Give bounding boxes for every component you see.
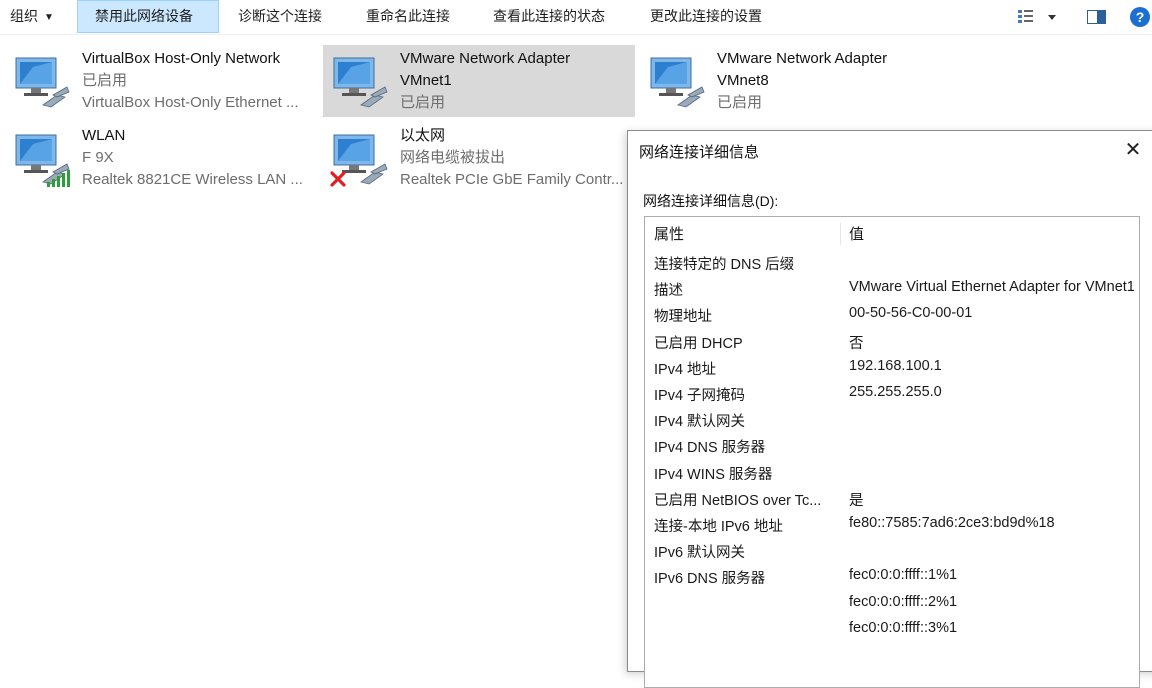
property-cell: IPv4 DNS 服务器 bbox=[654, 440, 766, 457]
adapter-item[interactable]: VirtualBox Host-Only Network 已启用 VirtualBo… bbox=[5, 45, 317, 117]
svg-text:?: ? bbox=[1136, 9, 1145, 25]
dialog-title: 网络连接详细信息 bbox=[639, 144, 760, 161]
preview-pane-button[interactable] bbox=[1086, 7, 1108, 27]
value-cell: 255.255.255.0 bbox=[849, 384, 942, 400]
close-icon: ✕ bbox=[1124, 139, 1142, 161]
value-cell: 00-50-56-C0-00-01 bbox=[849, 305, 973, 322]
adapter-item[interactable]: VMware Network Adapter VMnet8 已启用 bbox=[640, 45, 952, 117]
adapter-name: VMware Network Adapter bbox=[717, 50, 888, 67]
network-adapter-icon bbox=[648, 55, 706, 111]
property-cell: 物理地址 bbox=[654, 309, 712, 326]
table-row[interactable]: fec0:0:0:ffff::2%1 bbox=[645, 591, 1139, 617]
adapter-item[interactable]: VMware Network Adapter VMnet1 已启用 bbox=[323, 45, 635, 117]
list-header: 属性 值 bbox=[645, 217, 1139, 247]
adapter-device: Realtek PCIe GbE Family Contr... bbox=[400, 171, 624, 188]
wifi-signal-icon bbox=[47, 170, 70, 187]
adapter-item[interactable]: WLAN F 9X Realtek 8821CE Wireless LAN ... bbox=[5, 122, 317, 194]
adapter-device: 已启用 bbox=[400, 94, 446, 111]
network-connection-details-dialog: 网络连接详细信息 ✕ 网络连接详细信息(D): 属性 值 连接特定的 DNS 后… bbox=[627, 130, 1152, 688]
adapter-name: VMware Network Adapter bbox=[400, 50, 571, 67]
table-row[interactable]: 已启用 DHCP 否 bbox=[645, 329, 1139, 355]
table-row[interactable]: IPv4 子网掩码 255.255.255.0 bbox=[645, 381, 1139, 407]
preview-pane-icon bbox=[1087, 10, 1106, 24]
property-cell: 已启用 DHCP bbox=[654, 335, 743, 352]
disable-device-button[interactable]: 禁用此网络设备 bbox=[77, 0, 219, 33]
adapter-name: WLAN bbox=[82, 127, 126, 144]
help-button[interactable]: ? bbox=[1129, 7, 1151, 27]
details-label: 网络连接详细信息(D): bbox=[643, 193, 779, 209]
adapter-status: 已启用 bbox=[82, 72, 128, 89]
value-cell: fec0:0:0:ffff::2%1 bbox=[849, 593, 958, 610]
diagnose-button[interactable]: 诊断这个连接 bbox=[228, 0, 332, 33]
column-header-value[interactable]: 值 bbox=[849, 223, 864, 244]
adapter-device: VirtualBox Host-Only Ethernet ... bbox=[82, 94, 299, 111]
value-cell: fec0:0:0:ffff::1%1 bbox=[849, 567, 958, 584]
column-header-property[interactable]: 属性 bbox=[654, 223, 684, 244]
organize-label: 组织 bbox=[10, 8, 38, 24]
column-divider[interactable] bbox=[840, 223, 841, 245]
view-list-icon bbox=[1018, 10, 1056, 23]
adapter-item[interactable]: 以太网网络电缆被拔出 Realtek PCIe GbE Family Contr.… bbox=[323, 122, 635, 194]
adapter-status: VMnet1 bbox=[400, 72, 452, 89]
property-cell: 连接-本地 IPv6 地址 bbox=[654, 519, 783, 535]
property-cell: 连接特定的 DNS 后缀 bbox=[654, 257, 795, 273]
table-row[interactable]: IPv6 DNS 服务器 fec0:0:0:ffff::1%1 bbox=[645, 564, 1139, 590]
adapter-device: Realtek 8821CE Wireless LAN ... bbox=[82, 171, 303, 188]
view-options-button[interactable] bbox=[1016, 7, 1060, 27]
value-cell: fe80::7585:7ad6:2ce3:bd9d%18 bbox=[849, 515, 1055, 531]
property-cell: 已启用 NetBIOS over Tc... bbox=[654, 492, 822, 509]
table-row[interactable]: 物理地址 00-50-56-C0-00-01 bbox=[645, 302, 1139, 328]
help-icon: ? bbox=[1130, 7, 1150, 27]
organize-menu-button[interactable]: 组织 ▼ bbox=[0, 0, 64, 33]
network-adapter-icon bbox=[13, 55, 71, 111]
adapter-status: 网络电缆被拔出 bbox=[400, 149, 506, 166]
value-cell: VMware Virtual Ethernet Adapter for VMne… bbox=[849, 279, 1135, 296]
view-status-button[interactable]: 查看此连接的状态 bbox=[483, 0, 615, 33]
details-list[interactable]: 属性 值 连接特定的 DNS 后缀 描述 VMware Virtual Ethern… bbox=[644, 216, 1140, 688]
network-adapter-icon bbox=[13, 132, 71, 188]
value-cell: 是 bbox=[849, 492, 864, 509]
adapter-status: VMnet8 bbox=[717, 72, 769, 89]
value-cell: 否 bbox=[849, 335, 864, 352]
adapter-name: VirtualBox Host-Only Network bbox=[82, 50, 281, 67]
property-cell: IPv6 DNS 服务器 bbox=[654, 571, 766, 588]
table-row[interactable]: IPv4 默认网关 bbox=[645, 407, 1139, 433]
property-cell: IPv4 子网掩码 bbox=[654, 388, 746, 404]
table-row[interactable]: IPv4 地址 192.168.100.1 bbox=[645, 355, 1139, 381]
table-row[interactable]: 连接特定的 DNS 后缀 bbox=[645, 250, 1139, 276]
table-row[interactable]: fec0:0:0:ffff::3%1 bbox=[645, 617, 1139, 643]
close-button[interactable]: ✕ bbox=[1116, 135, 1150, 165]
adapter-device: 已启用 bbox=[717, 94, 763, 111]
table-row[interactable]: 描述 VMware Virtual Ethernet Adapter for VM… bbox=[645, 276, 1139, 302]
adapter-name: 以太网 bbox=[400, 127, 446, 144]
table-row[interactable]: IPv6 默认网关 bbox=[645, 538, 1139, 564]
disconnected-x-icon bbox=[330, 171, 346, 187]
property-cell: IPv6 默认网关 bbox=[654, 545, 746, 562]
table-row[interactable]: IPv4 WINS 服务器 bbox=[645, 460, 1139, 486]
table-row[interactable]: 已启用 NetBIOS over Tc... 是 bbox=[645, 486, 1139, 512]
property-cell: 描述 bbox=[654, 283, 683, 300]
rename-button[interactable]: 重命名此连接 bbox=[356, 0, 460, 33]
table-row[interactable]: IPv4 DNS 服务器 bbox=[645, 433, 1139, 459]
chevron-down-icon: ▼ bbox=[44, 12, 54, 23]
change-settings-button[interactable]: 更改此连接的设置 bbox=[640, 0, 772, 33]
property-cell: IPv4 地址 bbox=[654, 361, 717, 378]
command-bar: 组织 ▼ 禁用此网络设备 诊断这个连接 重命名此连接 查看此连接的状态 更改此连接… bbox=[0, 0, 1152, 35]
value-cell: fec0:0:0:ffff::3%1 bbox=[849, 619, 958, 636]
table-row[interactable]: 连接-本地 IPv6 地址 fe80::7585:7ad6:2ce3:bd9d%1… bbox=[645, 512, 1139, 538]
property-cell: IPv4 WINS 服务器 bbox=[654, 466, 773, 483]
property-cell: IPv4 默认网关 bbox=[654, 414, 746, 431]
network-adapter-icon bbox=[331, 55, 389, 111]
value-cell: 192.168.100.1 bbox=[849, 357, 942, 374]
adapter-status: F 9X bbox=[82, 149, 114, 166]
network-adapter-icon bbox=[330, 132, 389, 188]
